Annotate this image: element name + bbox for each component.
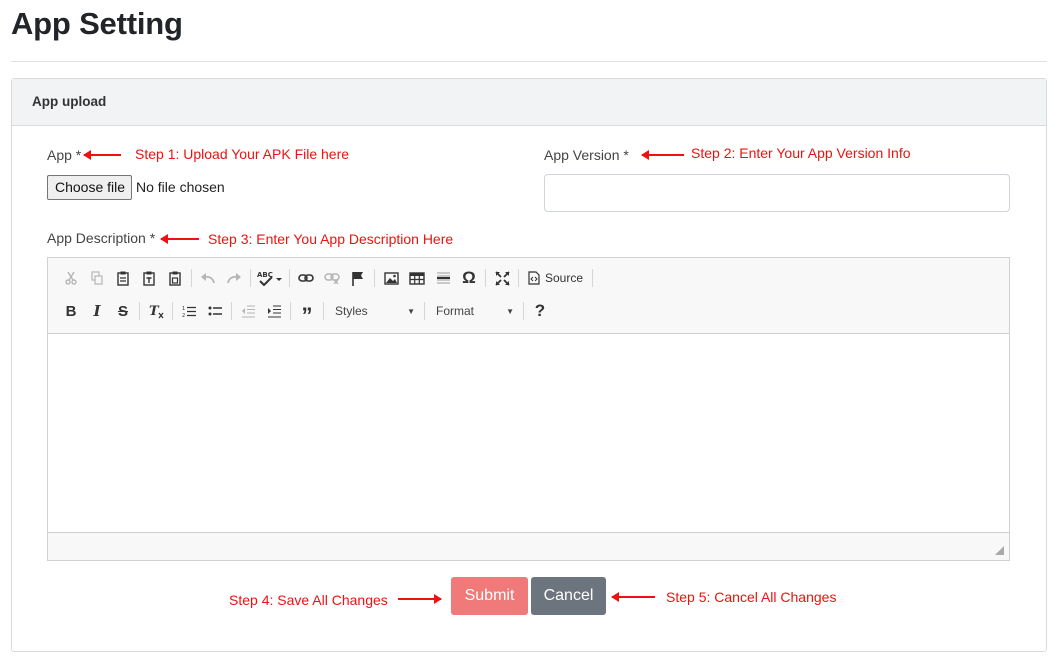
format-dropdown[interactable]: Format ▼ (428, 299, 520, 323)
image-icon[interactable] (378, 266, 404, 290)
anchor-flag-icon[interactable] (345, 266, 371, 290)
toolbar-separator (191, 269, 192, 287)
toolbar-separator (518, 269, 519, 287)
format-label: Format (436, 304, 475, 318)
editor-toolbar-row-1: ABC Ω Source (58, 266, 596, 290)
chevron-down-icon: ▼ (407, 306, 415, 316)
toolbar-separator (290, 302, 291, 320)
maximize-icon[interactable] (489, 266, 515, 290)
chevron-down-icon: ▼ (506, 306, 514, 316)
toolbar-separator (523, 302, 524, 320)
card-header: App upload (12, 79, 1046, 126)
styles-dropdown[interactable]: Styles ▼ (327, 299, 421, 323)
step4-arrow (398, 594, 442, 604)
unlink-icon[interactable] (319, 266, 345, 290)
description-editor: ABC Ω Source B I S T 1 2 ” Styles ▼ Form… (47, 257, 1010, 561)
step5-annotation: Step 5: Cancel All Changes (666, 589, 837, 605)
paste-from-word-icon[interactable] (162, 266, 188, 290)
italic-icon[interactable]: I (84, 299, 110, 323)
toolbar-separator (323, 302, 324, 320)
numbered-list-icon[interactable]: 12 (176, 299, 202, 323)
submit-button[interactable]: Submit (451, 577, 528, 615)
strikethrough-icon[interactable]: S (110, 299, 136, 323)
copy-icon[interactable] (84, 266, 110, 290)
app-version-input[interactable] (544, 174, 1010, 212)
toolbar-separator (231, 302, 232, 320)
toolbar-separator (374, 269, 375, 287)
toolbar-separator (289, 269, 290, 287)
step1-arrow (83, 150, 121, 160)
source-button[interactable]: Source (522, 266, 589, 290)
decrease-indent-icon[interactable] (235, 299, 261, 323)
cut-icon[interactable] (58, 266, 84, 290)
redo-icon[interactable] (221, 266, 247, 290)
svg-text:2: 2 (182, 313, 185, 318)
app-label: App * (47, 147, 82, 163)
horizontal-line-icon[interactable] (430, 266, 456, 290)
remove-format-icon[interactable]: T (143, 299, 169, 323)
step2-arrow (641, 150, 684, 160)
bulleted-list-icon[interactable] (202, 299, 228, 323)
paste-text-icon[interactable] (136, 266, 162, 290)
editor-content-area[interactable] (48, 333, 1009, 533)
step4-annotation: Step 4: Save All Changes (229, 592, 388, 608)
app-description-label: App Description * (47, 230, 156, 246)
page-title: App Setting (11, 6, 183, 41)
source-label: Source (545, 271, 584, 285)
cancel-button[interactable]: Cancel (531, 577, 606, 615)
increase-indent-icon[interactable] (261, 299, 287, 323)
styles-label: Styles (335, 304, 368, 318)
step5-arrow (611, 592, 655, 602)
svg-text:T: T (149, 304, 160, 319)
toolbar-separator (592, 269, 594, 287)
table-icon[interactable] (404, 266, 430, 290)
toolbar-separator (172, 302, 173, 320)
step3-arrow (160, 234, 199, 244)
spellcheck-icon[interactable]: ABC (254, 266, 286, 290)
step2-annotation: Step 2: Enter Your App Version Info (691, 145, 911, 161)
editor-toolbar-row-2: B I S T 12 ” Styles ▼ Format ▼ ? (58, 299, 553, 328)
paste-icon[interactable] (110, 266, 136, 290)
toolbar-separator (424, 302, 425, 320)
file-status-text: No file chosen (136, 179, 225, 195)
blockquote-icon[interactable]: ” (294, 299, 320, 328)
source-doc-icon (528, 271, 540, 285)
step1-annotation: Step 1: Upload Your APK File here (135, 146, 350, 162)
toolbar-separator (485, 269, 486, 287)
svg-text:1: 1 (182, 306, 185, 312)
undo-icon[interactable] (195, 266, 221, 290)
toolbar-separator (139, 302, 140, 320)
bold-icon[interactable]: B (58, 299, 84, 323)
title-divider (11, 61, 1047, 62)
resize-grip-icon[interactable] (995, 546, 1004, 555)
toolbar-separator (250, 269, 251, 287)
special-char-omega-icon[interactable]: Ω (456, 266, 482, 290)
app-version-label: App Version * (544, 147, 629, 163)
step3-annotation: Step 3: Enter You App Description Here (208, 231, 454, 247)
help-icon[interactable]: ? (527, 299, 553, 323)
link-icon[interactable] (293, 266, 319, 290)
choose-file-button[interactable]: Choose file (47, 175, 132, 200)
